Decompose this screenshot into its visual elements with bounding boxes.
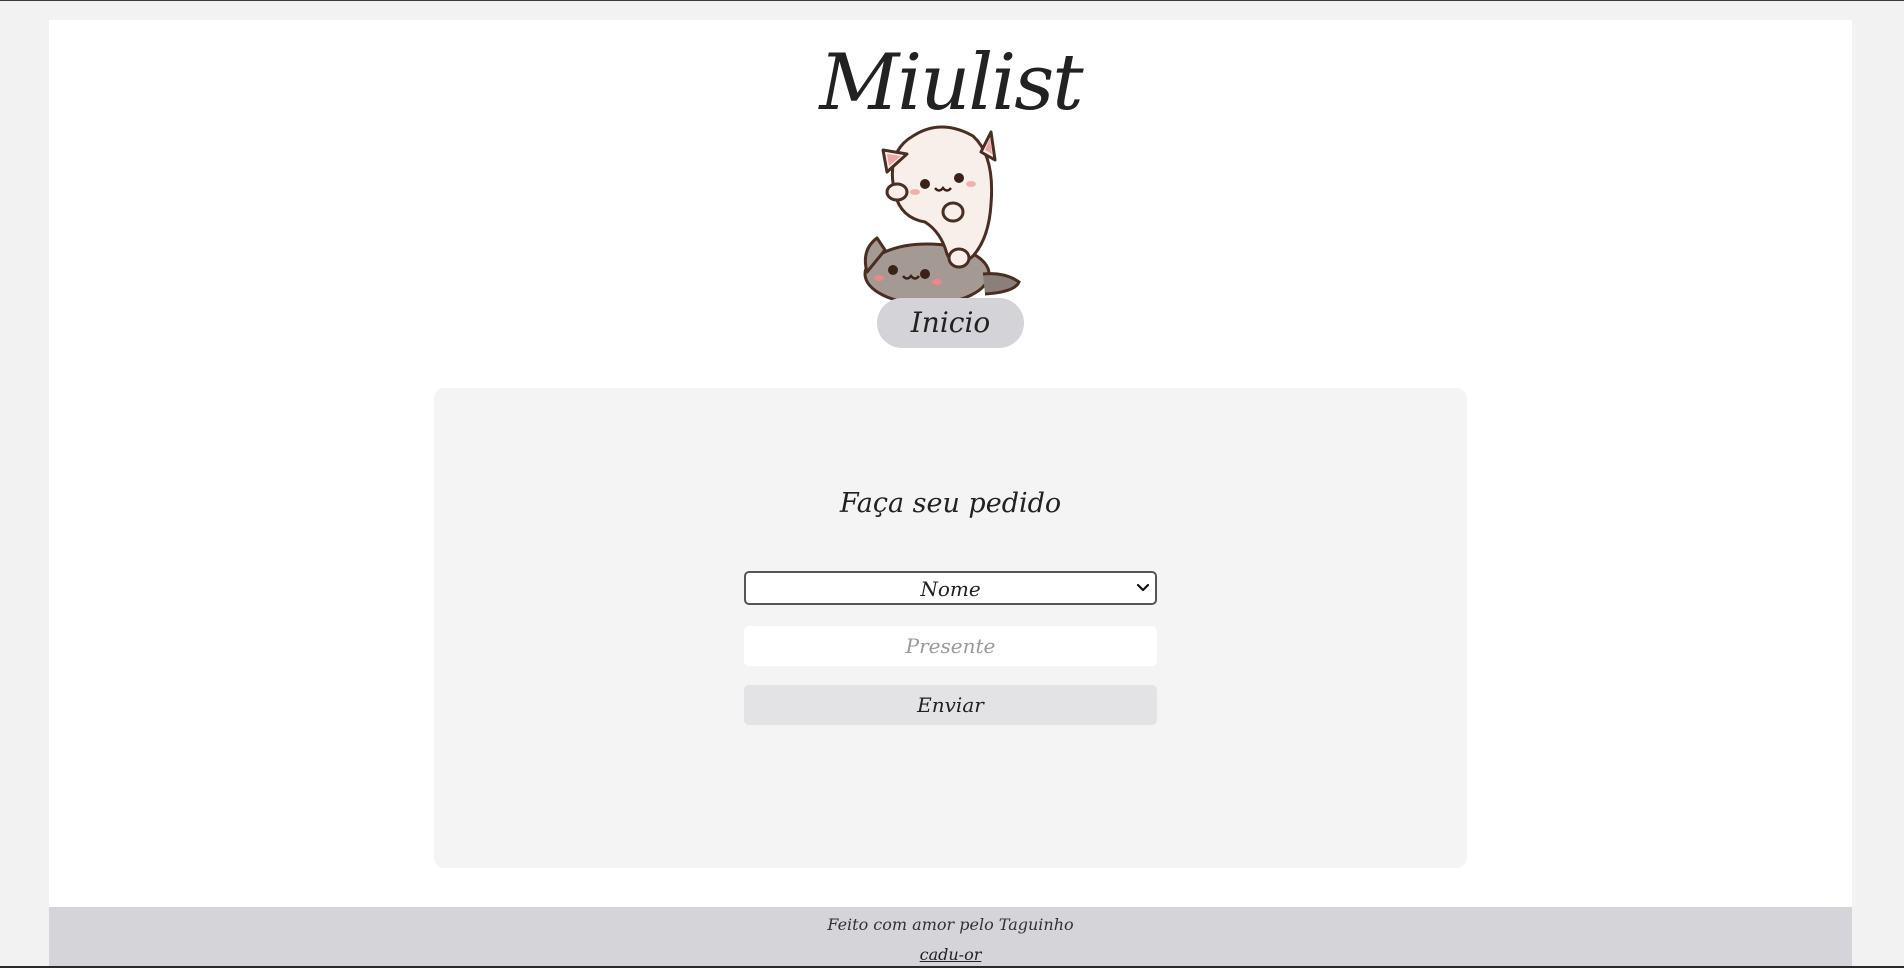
gift-input[interactable] [744, 626, 1157, 666]
footer: Feito com amor pelo Taguinho cadu-or [49, 907, 1852, 966]
home-button[interactable]: Inicio [877, 298, 1024, 348]
footer-credit: Feito com amor pelo Taguinho [827, 915, 1074, 934]
form-heading: Faça seu pedido [839, 488, 1062, 519]
chevron-down-icon [1136, 583, 1150, 592]
name-select-value: Nome [920, 577, 981, 601]
request-form-card: Faça seu pedido Nome Enviar [434, 388, 1467, 868]
name-select[interactable]: Nome [744, 571, 1157, 605]
window-top-border [0, 0, 1904, 1]
footer-link[interactable]: cadu-or [49, 945, 1852, 964]
send-button[interactable]: Enviar [744, 685, 1157, 725]
two-cats-illustration-icon [863, 125, 1021, 306]
page: Miulist Inicio Faça seu pedido Nome Pres… [49, 20, 1852, 966]
